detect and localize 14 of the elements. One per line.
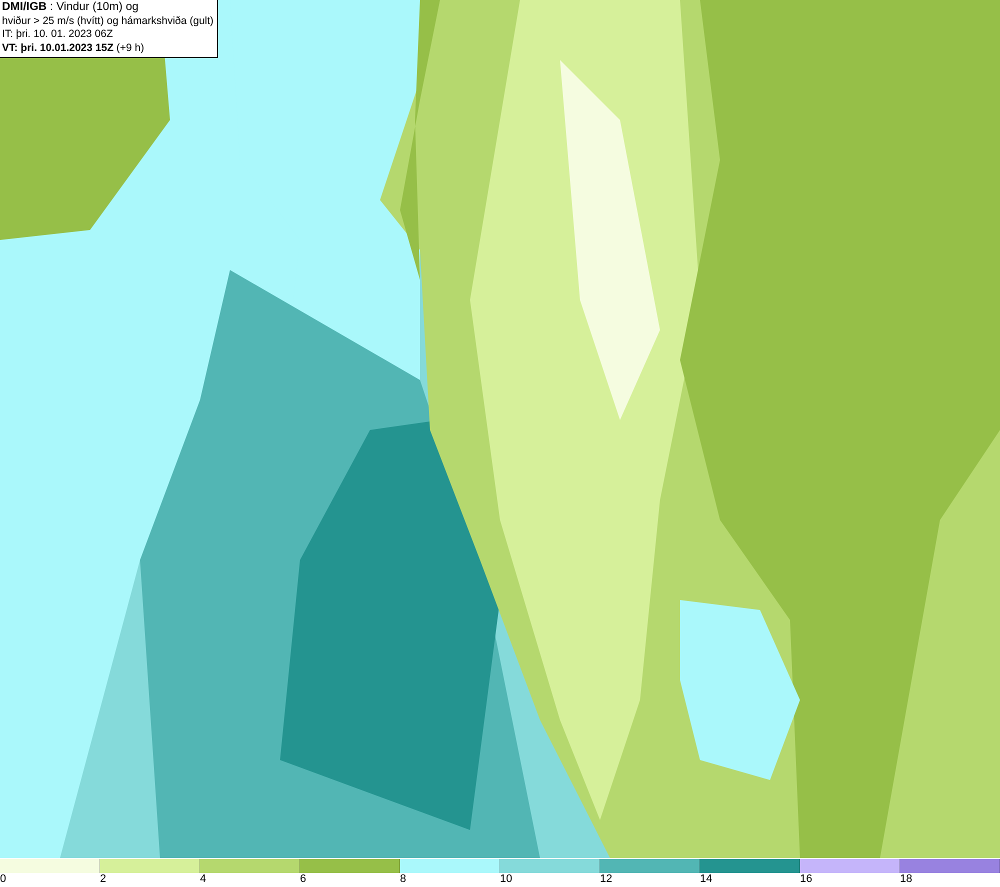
- scale-label: 4: [200, 873, 206, 885]
- scale-label: 0: [0, 873, 6, 885]
- caption-line: hviður > 25 m/s (hvítt) og hámarkshviða (gult): [2, 14, 214, 28]
- scale-label: 2: [100, 873, 106, 885]
- scale-label: 6: [300, 873, 306, 885]
- caption-line: IT: þri. 10. 01. 2023 06Z: [2, 28, 114, 42]
- scale-label: 12: [600, 873, 612, 885]
- scale-label: 8: [400, 873, 406, 885]
- scale-label: 18: [900, 873, 912, 885]
- scale-label: 10: [500, 873, 512, 885]
- scale-label: 14: [700, 873, 712, 885]
- caption-line: VT: þri. 10.01.2023 15Z (+9 h): [2, 42, 146, 55]
- caption-line: DMI/IGB : Vindur (10m) og: [2, 1, 140, 14]
- scale-label: 16: [800, 873, 812, 885]
